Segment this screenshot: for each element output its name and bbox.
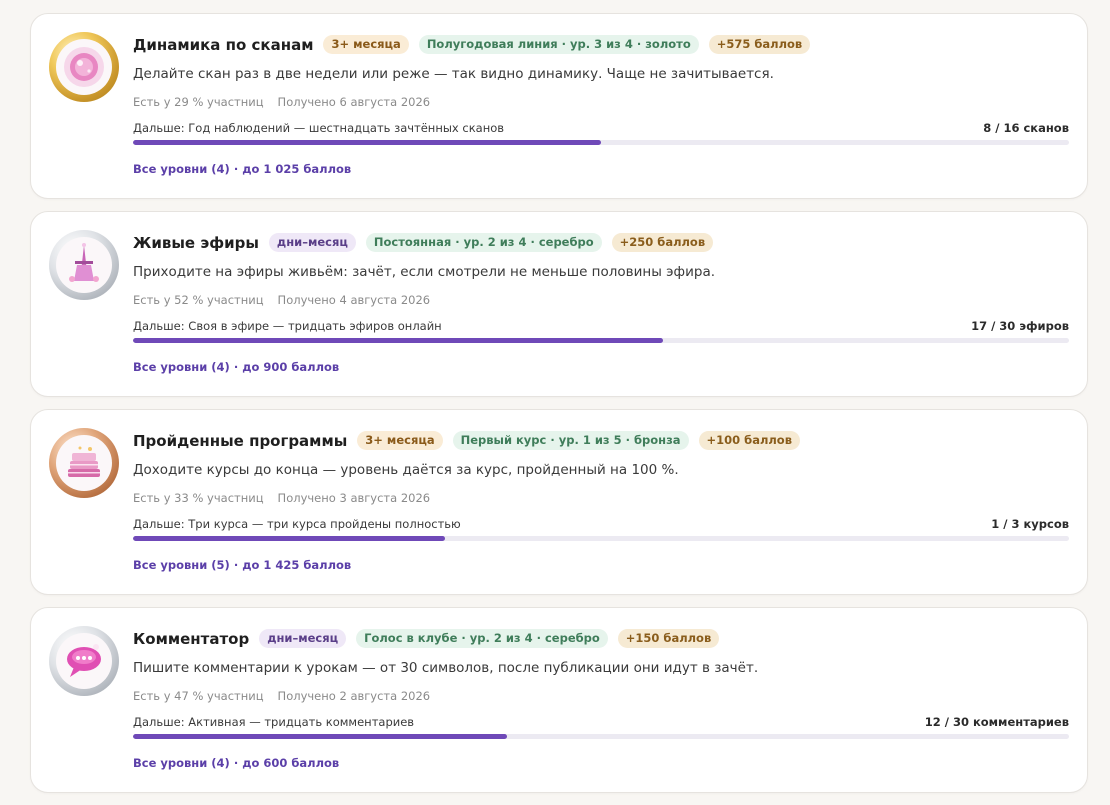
all-levels-link[interactable]: Все уровни (4) · до 900 баллов — [133, 360, 339, 374]
card-meta: Есть у 33 % участниц Получено 3 августа … — [133, 491, 430, 505]
points-badge: +250 баллов — [611, 233, 714, 252]
progress-fill — [133, 734, 508, 739]
card-meta: Есть у 52 % участниц Получено 4 августа … — [133, 293, 430, 307]
received-date: Получено 2 августа 2026 — [277, 689, 431, 703]
period-badge: 3+ месяца — [357, 431, 443, 450]
progress-bar — [133, 734, 1069, 739]
medal-silver — [49, 230, 119, 300]
points-badge: +150 баллов — [617, 629, 720, 648]
progress-count: 17 / 30 эфиров — [971, 319, 1069, 333]
share-text: Есть у 47 % участниц — [133, 689, 264, 703]
progress-count: 1 / 3 курсов — [991, 517, 1069, 531]
next-level-label: Дальше: Три курса — три курса пройдены п… — [133, 517, 461, 531]
next-level-row: Дальше: Год наблюдений — шестнадцать зач… — [133, 121, 1069, 135]
line-badge: Первый курс · ур. 1 из 5 · бронза — [452, 431, 689, 450]
next-level-row: Дальше: Своя в эфире — тридцать эфиров о… — [133, 319, 1069, 333]
card-title: Живые эфиры — [133, 233, 259, 252]
card-meta: Есть у 29 % участниц Получено 6 августа … — [133, 95, 430, 109]
period-badge: дни–месяц — [259, 629, 347, 648]
line-badge: Полугодовая линия · ур. 3 из 4 · золото — [418, 35, 699, 54]
all-levels-link[interactable]: Все уровни (5) · до 1 425 баллов — [133, 558, 351, 572]
line-badge: Голос в клубе · ур. 2 из 4 · серебро — [356, 629, 608, 648]
received-date: Получено 3 августа 2026 — [277, 491, 431, 505]
received-date: Получено 4 августа 2026 — [277, 293, 431, 307]
card-title: Пройденные программы — [133, 431, 348, 450]
card-description: Приходите на эфиры живьём: зачёт, если с… — [133, 264, 716, 280]
card-title: Динамика по сканам — [133, 35, 314, 54]
progress-fill — [133, 536, 445, 541]
card-title: Комментатор — [133, 629, 250, 648]
all-levels-link[interactable]: Все уровни (4) · до 600 баллов — [133, 756, 339, 770]
speech-bubble-icon — [67, 644, 101, 677]
next-level-label: Дальше: Год наблюдений — шестнадцать зач… — [133, 121, 505, 135]
progress-fill — [133, 140, 601, 145]
next-level-label: Дальше: Активная — тридцать комментариев — [133, 715, 415, 729]
progress-bar — [133, 338, 1069, 343]
tower-icon — [69, 243, 99, 282]
share-text: Есть у 29 % участниц — [133, 95, 264, 109]
progress-bar — [133, 140, 1069, 145]
next-level-row: Дальше: Три курса — три курса пройдены п… — [133, 517, 1069, 531]
achievement-card: Динамика по сканам 3+ месяца Полугодовая… — [30, 13, 1088, 199]
points-badge: +100 баллов — [698, 431, 800, 450]
medal-silver — [49, 626, 119, 696]
achievement-card: Пройденные программы 3+ месяца Первый ку… — [30, 409, 1088, 595]
crystal-icon — [64, 47, 104, 87]
medal-bronze — [49, 428, 119, 498]
card-description: Доходите курсы до конца — уровень даётся… — [133, 462, 679, 478]
card-description: Делайте скан раз в две недели или реже —… — [133, 66, 774, 82]
next-level-row: Дальше: Активная — тридцать комментариев… — [133, 715, 1069, 729]
books-icon — [68, 446, 100, 477]
next-level-label: Дальше: Своя в эфире — тридцать эфиров о… — [133, 319, 442, 333]
share-text: Есть у 33 % участниц — [133, 491, 264, 505]
card-meta: Есть у 47 % участниц Получено 2 августа … — [133, 689, 430, 703]
points-badge: +575 баллов — [708, 35, 811, 54]
medal-gold — [49, 32, 119, 102]
card-description: Пишите комментарии к урокам — от 30 симв… — [133, 660, 759, 676]
line-badge: Постоянная · ур. 2 из 4 · серебро — [365, 233, 602, 252]
share-text: Есть у 52 % участниц — [133, 293, 264, 307]
progress-count: 8 / 16 сканов — [983, 121, 1069, 135]
received-date: Получено 6 августа 2026 — [277, 95, 431, 109]
all-levels-link[interactable]: Все уровни (4) · до 1 025 баллов — [133, 162, 351, 176]
achievement-card: Живые эфиры дни–месяц Постоянная · ур. 2… — [30, 211, 1088, 397]
period-badge: 3+ месяца — [323, 35, 409, 54]
progress-fill — [133, 338, 664, 343]
period-badge: дни–месяц — [268, 233, 356, 252]
progress-bar — [133, 536, 1069, 541]
progress-count: 12 / 30 комментариев — [924, 715, 1069, 729]
achievement-card: Комментатор дни–месяц Голос в клубе · ур… — [30, 607, 1088, 793]
